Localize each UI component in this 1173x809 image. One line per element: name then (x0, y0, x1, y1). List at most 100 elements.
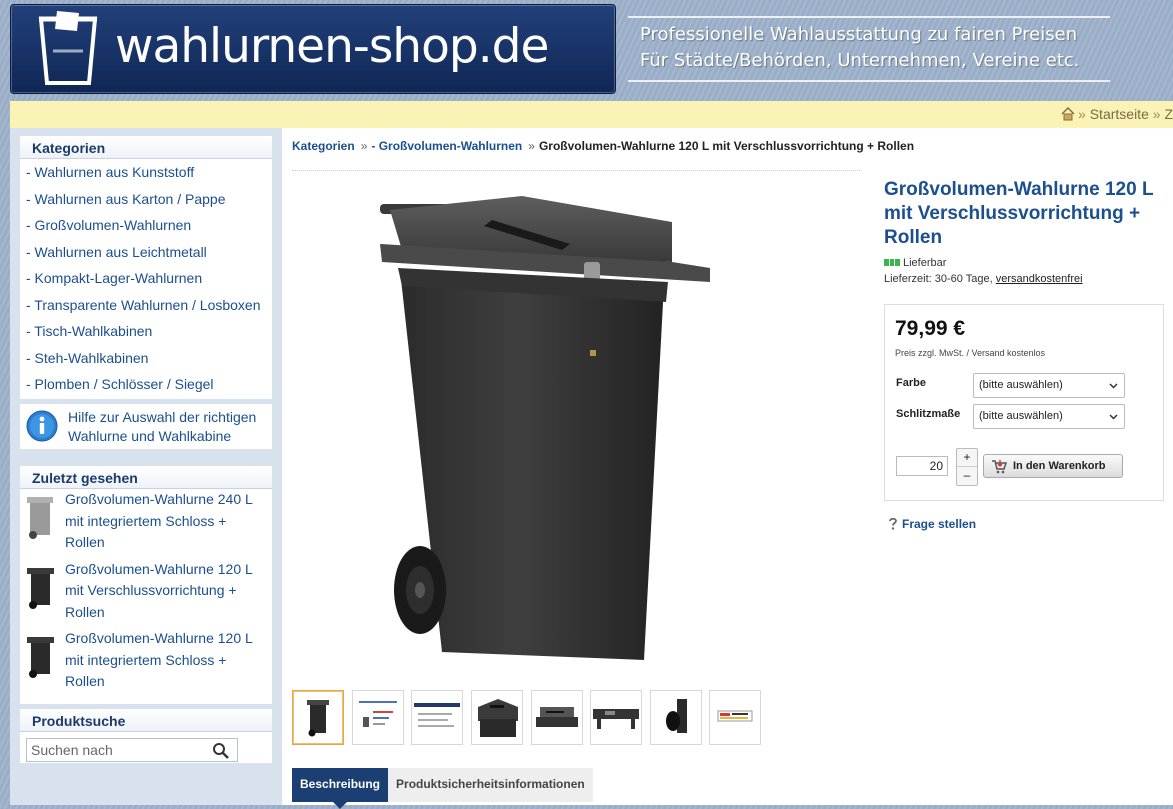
color-select[interactable]: (bitte auswählen) (973, 373, 1125, 398)
slot-size-select[interactable]: (bitte auswählen) (973, 404, 1125, 429)
tagline-line-1: Professionelle Wahlausstattung zu fairen… (640, 24, 1078, 45)
info-icon (26, 410, 58, 442)
ask-question-link[interactable]: Frage stellen (886, 516, 976, 531)
cart-icon (992, 460, 1007, 474)
dimension-drawing-icon (358, 701, 397, 727)
quantity-decrease-button[interactable]: – (957, 467, 977, 484)
recently-viewed-title: Zuletzt gesehen (20, 466, 272, 489)
product-thumbnail[interactable] (292, 690, 344, 745)
delivery-info: Lieferzeit: 30-60 Tage, versandkostenfre… (884, 273, 1083, 285)
recent-item-line: Rollen (65, 603, 105, 620)
product-tabs: Beschreibung Produktsicherheitsinformatio… (292, 768, 593, 809)
tab-product-safety[interactable]: Produktsicherheitsinformationen (388, 768, 593, 802)
buy-box: 79,99 € Preis zzgl. MwSt. / Versand kost… (884, 304, 1164, 501)
wheel-thumbnail-icon (665, 699, 687, 733)
category-list: - Wahlurnen aus Kunststoff - Wahlurnen a… (20, 159, 272, 398)
recent-item-line: Rollen (65, 673, 105, 689)
product-thumbnail[interactable] (590, 690, 643, 745)
recent-item-line: Großvolumen-Wahlurne 120 L (65, 630, 253, 646)
recent-item-line: Großvolumen-Wahlurne 120 L (65, 560, 253, 577)
stock-label: Lieferbar (903, 257, 947, 269)
add-to-cart-button[interactable]: In den Warenkorb (983, 454, 1123, 478)
breadcrumb-current: Großvolumen-Wahlurne 120 L mit Verschlus… (538, 139, 915, 153)
category-item[interactable]: - Transparente Wahlurnen / Losboxen (20, 292, 272, 319)
ballot-box-logo-icon (38, 11, 98, 85)
category-item[interactable]: - Großvolumen-Wahlurnen (20, 212, 272, 239)
recent-item[interactable]: Großvolumen-Wahlurne 120 L mit integrier… (20, 628, 272, 698)
category-item[interactable]: - Plomben / Schlösser / Siegel (20, 371, 272, 398)
product-search-title: Produktsuche (20, 709, 272, 732)
color-select-value: (bitte auswählen) (979, 379, 1063, 391)
breadcrumb-category[interactable]: - Großvolumen-Wahlurnen (371, 139, 522, 153)
stock-status: Lieferbar (884, 257, 946, 269)
recent-item[interactable]: Großvolumen-Wahlurne 120 L mit Verschlus… (20, 559, 272, 629)
quantity-increase-button[interactable]: + (957, 449, 977, 467)
product-thumbnail[interactable] (351, 690, 404, 745)
quantity-input[interactable]: 20 (896, 456, 948, 476)
chevron-down-icon (1109, 414, 1118, 420)
nav-next-link[interactable]: Z (1164, 106, 1173, 122)
recent-item[interactable]: Großvolumen-Wahlurne 240 L mit integrier… (20, 489, 272, 559)
divider (292, 170, 860, 171)
site-logo[interactable]: wahlurnen-shop.de (10, 4, 616, 94)
product-thumbnail[interactable] (709, 690, 762, 745)
slot-size-select-value: (bitte auswählen) (979, 410, 1063, 422)
shipping-free-link[interactable]: versandkostenfrei (996, 273, 1083, 285)
category-item[interactable]: - Kompakt-Lager-Wahlurnen (20, 265, 272, 292)
search-input[interactable] (27, 739, 210, 761)
nav-separator: » (1152, 106, 1165, 122)
chevron-down-icon (1109, 383, 1118, 389)
recent-item-line: Rollen (65, 534, 105, 550)
search-icon[interactable] (212, 742, 230, 760)
category-item[interactable]: - Wahlurnen aus Kunststoff (20, 159, 272, 186)
gray-bin-thumbnail (27, 497, 53, 539)
sidebar: Kategorien - Wahlurnen aus Kunststoff - … (10, 128, 282, 805)
document-thumbnail-icon (414, 703, 461, 727)
product-thumbnail[interactable] (411, 690, 464, 745)
delivery-time: Lieferzeit: 30-60 Tage, (884, 273, 993, 285)
recent-item-line: mit Verschlussvorrichtung + (65, 582, 237, 598)
top-nav: » Startseite » Z (1061, 106, 1173, 122)
header-tagline: Professionelle Wahlausstattung zu fairen… (628, 16, 1110, 82)
category-item[interactable]: - Steh-Wahlkabinen (20, 345, 272, 372)
home-icon[interactable] (1061, 107, 1075, 121)
top-navigation-bar: » Startseite » Z (10, 101, 1173, 129)
recent-item-line: mit integriertem Schloss + (65, 512, 227, 529)
help-link-box[interactable]: Hilfe zur Auswahl der richtigen Wahlurne… (20, 404, 272, 449)
product-image[interactable] (372, 190, 722, 670)
breadcrumb-root[interactable]: Kategorien (292, 139, 355, 153)
nav-home-link[interactable]: Startseite (1090, 106, 1149, 122)
black-bin-thumbnail (27, 567, 54, 609)
product-thumbnail[interactable] (530, 690, 583, 745)
slot-size-label: Schlitzmaße (896, 408, 961, 420)
breadcrumb: Kategorien» - Großvolumen-Wahlurnen» Großv… (292, 139, 914, 153)
categories-title: Kategorien (20, 136, 272, 159)
tagline-line-2: Für Städte/Behörden, Unternehmen, Verein… (640, 50, 1080, 71)
thumbnail-strip (292, 690, 765, 745)
help-text[interactable]: Hilfe zur Auswahl der richtigen Wahlurne… (68, 408, 256, 446)
product-thumbnail[interactable] (470, 690, 523, 745)
categories-box: Kategorien - Wahlurnen aus Kunststoff - … (20, 136, 272, 399)
help-line-1: Hilfe zur Auswahl der richtigen (68, 409, 257, 425)
site-header: wahlurnen-shop.de Professionelle Wahlaus… (0, 0, 1173, 100)
help-line-2: Wahlurne und Wahlkabine (68, 428, 232, 444)
product-thumbnail[interactable] (649, 690, 702, 745)
category-item[interactable]: - Wahlurnen aus Leichtmetall (20, 239, 272, 266)
tab-description[interactable]: Beschreibung (292, 768, 389, 809)
slot-lid-thumbnail-icon (535, 707, 578, 727)
add-to-cart-label: In den Warenkorb (1013, 460, 1106, 472)
lock-bar-thumbnail-icon (593, 709, 640, 729)
category-item[interactable]: - Wahlurnen aus Karton / Pappe (20, 186, 272, 213)
recent-item-line: mit integriertem Schloss + (65, 651, 227, 668)
recent-item-line: Großvolumen-Wahlurne 240 L (65, 491, 253, 507)
product-title: Großvolumen-Wahlurne 120 L mit Verschlus… (884, 179, 1154, 248)
question-icon (889, 517, 897, 530)
ask-question-label: Frage stellen (902, 517, 977, 531)
breadcrumb-separator: » (360, 139, 368, 153)
search-field (26, 738, 238, 762)
category-item[interactable]: - Tisch-Wahlkabinen (20, 318, 272, 345)
price-note: Preis zzgl. MwSt. / Versand kostenlos (895, 348, 1046, 358)
breadcrumb-separator: » (528, 139, 535, 153)
stock-bar-icon (884, 259, 900, 266)
product-price: 79,99 € (895, 317, 966, 340)
